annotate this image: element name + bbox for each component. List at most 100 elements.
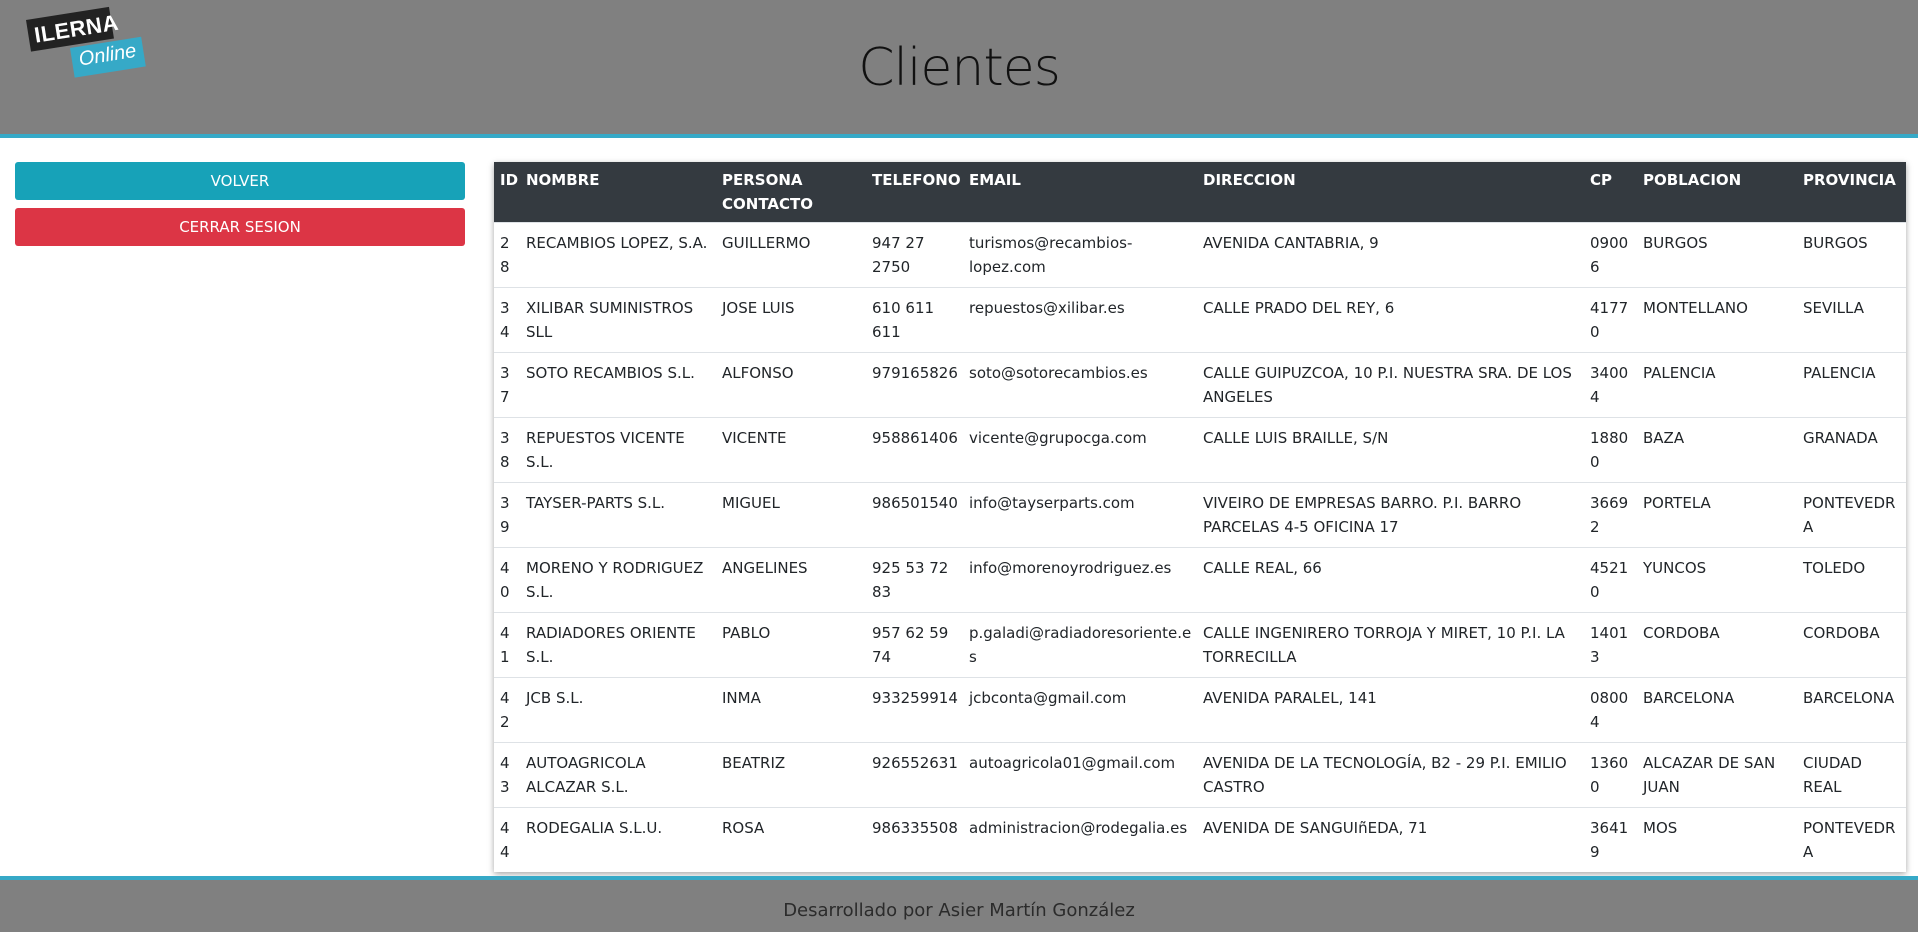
cell-cp: 18800 — [1584, 417, 1637, 483]
table-row[interactable]: 41 RADIADORES ORIENTE S.L. PABLO 957 62 59 … — [494, 612, 1906, 678]
cell-provincia: CORDOBA — [1797, 612, 1906, 678]
table-header-row: ID NOMBRE PERSONA CONTACTO TELEFONO EMAIL DIR… — [494, 162, 1906, 223]
cell-persona-contacto: MIGUEL — [716, 482, 866, 548]
cell-persona-contacto: INMA — [716, 677, 866, 743]
table-row[interactable]: 39 TAYSER-PARTS S.L. MIGUEL 986501540 info@t… — [494, 482, 1906, 548]
cell-poblacion: BARCELONA — [1637, 677, 1797, 743]
column-header-persona-contacto: PERSONA CONTACTO — [716, 162, 866, 223]
cell-poblacion: CORDOBA — [1637, 612, 1797, 678]
table-header: ID NOMBRE PERSONA CONTACTO TELEFONO EMAIL DIR… — [494, 162, 1906, 223]
cell-email: soto@sotorecambios.es — [963, 352, 1197, 418]
column-header-cp: CP — [1584, 162, 1637, 223]
cell-id: 43 — [494, 742, 520, 808]
cell-email: repuestos@xilibar.es — [963, 287, 1197, 353]
cell-id: 34 — [494, 287, 520, 353]
cell-telefono: 957 62 59 74 — [866, 612, 963, 678]
cell-cp: 36692 — [1584, 482, 1637, 548]
cell-cp: 13600 — [1584, 742, 1637, 808]
cell-id: 42 — [494, 677, 520, 743]
column-header-id: ID — [494, 162, 520, 223]
cell-email: vicente@grupocga.com — [963, 417, 1197, 483]
cell-cp: 09006 — [1584, 222, 1637, 288]
cell-telefono: 986501540 — [866, 482, 963, 548]
table-row[interactable]: 40 MORENO Y RODRIGUEZ S.L. ANGELINES 925 53… — [494, 547, 1906, 613]
cell-direccion: CALLE INGENIRERO TORROJA Y MIRET, 10 P.I… — [1197, 612, 1584, 678]
cell-persona-contacto: GUILLERMO — [716, 222, 866, 288]
cell-direccion: VIVEIRO DE EMPRESAS BARRO. P.I. BARRO PA… — [1197, 482, 1584, 548]
cell-id: 39 — [494, 482, 520, 548]
cell-email: turismos@recambios-lopez.com — [963, 222, 1197, 288]
cell-cp: 14013 — [1584, 612, 1637, 678]
cell-persona-contacto: ROSA — [716, 807, 866, 872]
table-row[interactable]: 42 JCB S.L. INMA 933259914 jcbconta@gmail.co… — [494, 677, 1906, 743]
cell-nombre: TAYSER-PARTS S.L. — [520, 482, 716, 548]
clientes-table-container: ID NOMBRE PERSONA CONTACTO TELEFONO EMAIL DIR… — [494, 162, 1906, 872]
volver-button[interactable]: VOLVER — [15, 162, 465, 200]
cell-id: 40 — [494, 547, 520, 613]
cell-cp: 36419 — [1584, 807, 1637, 872]
cell-provincia: PONTEVEDRA — [1797, 482, 1906, 548]
cell-poblacion: PORTELA — [1637, 482, 1797, 548]
cell-email: autoagricola01@gmail.com — [963, 742, 1197, 808]
column-header-email: EMAIL — [963, 162, 1197, 223]
footer-credit: Desarrollado por Asier Martín González — [783, 900, 1135, 921]
cell-direccion: AVENIDA PARALEL, 141 — [1197, 677, 1584, 743]
cell-provincia: PALENCIA — [1797, 352, 1906, 418]
cell-direccion: AVENIDA CANTABRIA, 9 — [1197, 222, 1584, 288]
cell-nombre: AUTOAGRICOLA ALCAZAR S.L. — [520, 742, 716, 808]
cell-id: 38 — [494, 417, 520, 483]
cell-cp: 41770 — [1584, 287, 1637, 353]
cell-nombre: JCB S.L. — [520, 677, 716, 743]
cell-poblacion: BURGOS — [1637, 222, 1797, 288]
cell-poblacion: MONTELLANO — [1637, 287, 1797, 353]
table-row[interactable]: 38 REPUESTOS VICENTE S.L. VICENTE 958861406… — [494, 417, 1906, 483]
cell-id: 37 — [494, 352, 520, 418]
page-title: Clientes — [858, 38, 1061, 98]
column-header-direccion: DIRECCION — [1197, 162, 1584, 223]
cell-direccion: CALLE GUIPUZCOA, 10 P.I. NUESTRA SRA. DE… — [1197, 352, 1584, 418]
cell-poblacion: ALCAZAR DE SAN JUAN — [1637, 742, 1797, 808]
cell-telefono: 958861406 — [866, 417, 963, 483]
cell-provincia: CIUDAD REAL — [1797, 742, 1906, 808]
column-header-poblacion: POBLACION — [1637, 162, 1797, 223]
cell-nombre: RADIADORES ORIENTE S.L. — [520, 612, 716, 678]
cell-nombre: SOTO RECAMBIOS S.L. — [520, 352, 716, 418]
cell-provincia: GRANADA — [1797, 417, 1906, 483]
cell-poblacion: PALENCIA — [1637, 352, 1797, 418]
cell-id: 44 — [494, 807, 520, 872]
cell-telefono: 610 611 611 — [866, 287, 963, 353]
cell-persona-contacto: BEATRIZ — [716, 742, 866, 808]
cell-id: 28 — [494, 222, 520, 288]
table-row[interactable]: 28 RECAMBIOS LOPEZ, S.A. GUILLERMO 947 27 2… — [494, 222, 1906, 288]
cell-direccion: CALLE PRADO DEL REY, 6 — [1197, 287, 1584, 353]
cell-direccion: AVENIDA DE SANGUIñEDA, 71 — [1197, 807, 1584, 872]
cell-telefono: 933259914 — [866, 677, 963, 743]
cell-email: jcbconta@gmail.com — [963, 677, 1197, 743]
cell-email: info@morenoyrodriguez.es — [963, 547, 1197, 613]
cell-provincia: SEVILLA — [1797, 287, 1906, 353]
cell-telefono: 925 53 72 83 — [866, 547, 963, 613]
cell-cp: 45210 — [1584, 547, 1637, 613]
cell-provincia: BARCELONA — [1797, 677, 1906, 743]
cell-id: 41 — [494, 612, 520, 678]
table-row[interactable]: 43 AUTOAGRICOLA ALCAZAR S.L. BEATRIZ 926552… — [494, 742, 1906, 808]
cell-persona-contacto: VICENTE — [716, 417, 866, 483]
column-header-provincia: PROVINCIA — [1797, 162, 1906, 223]
page-header: ILERNA Online Clientes — [0, 0, 1918, 138]
table-row[interactable]: 44 RODEGALIA S.L.U. ROSA 986335508 administr… — [494, 807, 1906, 872]
cell-cp: 08004 — [1584, 677, 1637, 743]
cell-email: info@tayserparts.com — [963, 482, 1197, 548]
table-row[interactable]: 34 XILIBAR SUMINISTROS SLL JOSE LUIS 610 61… — [494, 287, 1906, 353]
cell-nombre: RECAMBIOS LOPEZ, S.A. — [520, 222, 716, 288]
cell-poblacion: BAZA — [1637, 417, 1797, 483]
cell-nombre: REPUESTOS VICENTE S.L. — [520, 417, 716, 483]
cell-telefono: 947 27 2750 — [866, 222, 963, 288]
cell-telefono: 986335508 — [866, 807, 963, 872]
cell-poblacion: YUNCOS — [1637, 547, 1797, 613]
cell-provincia: PONTEVEDRA — [1797, 807, 1906, 872]
cerrar-sesion-button[interactable]: CERRAR SESION — [15, 208, 465, 246]
cell-nombre: MORENO Y RODRIGUEZ S.L. — [520, 547, 716, 613]
page-footer: Desarrollado por Asier Martín González — [0, 876, 1918, 932]
table-row[interactable]: 37 SOTO RECAMBIOS S.L. ALFONSO 979165826 sot… — [494, 352, 1906, 418]
cell-poblacion: MOS — [1637, 807, 1797, 872]
